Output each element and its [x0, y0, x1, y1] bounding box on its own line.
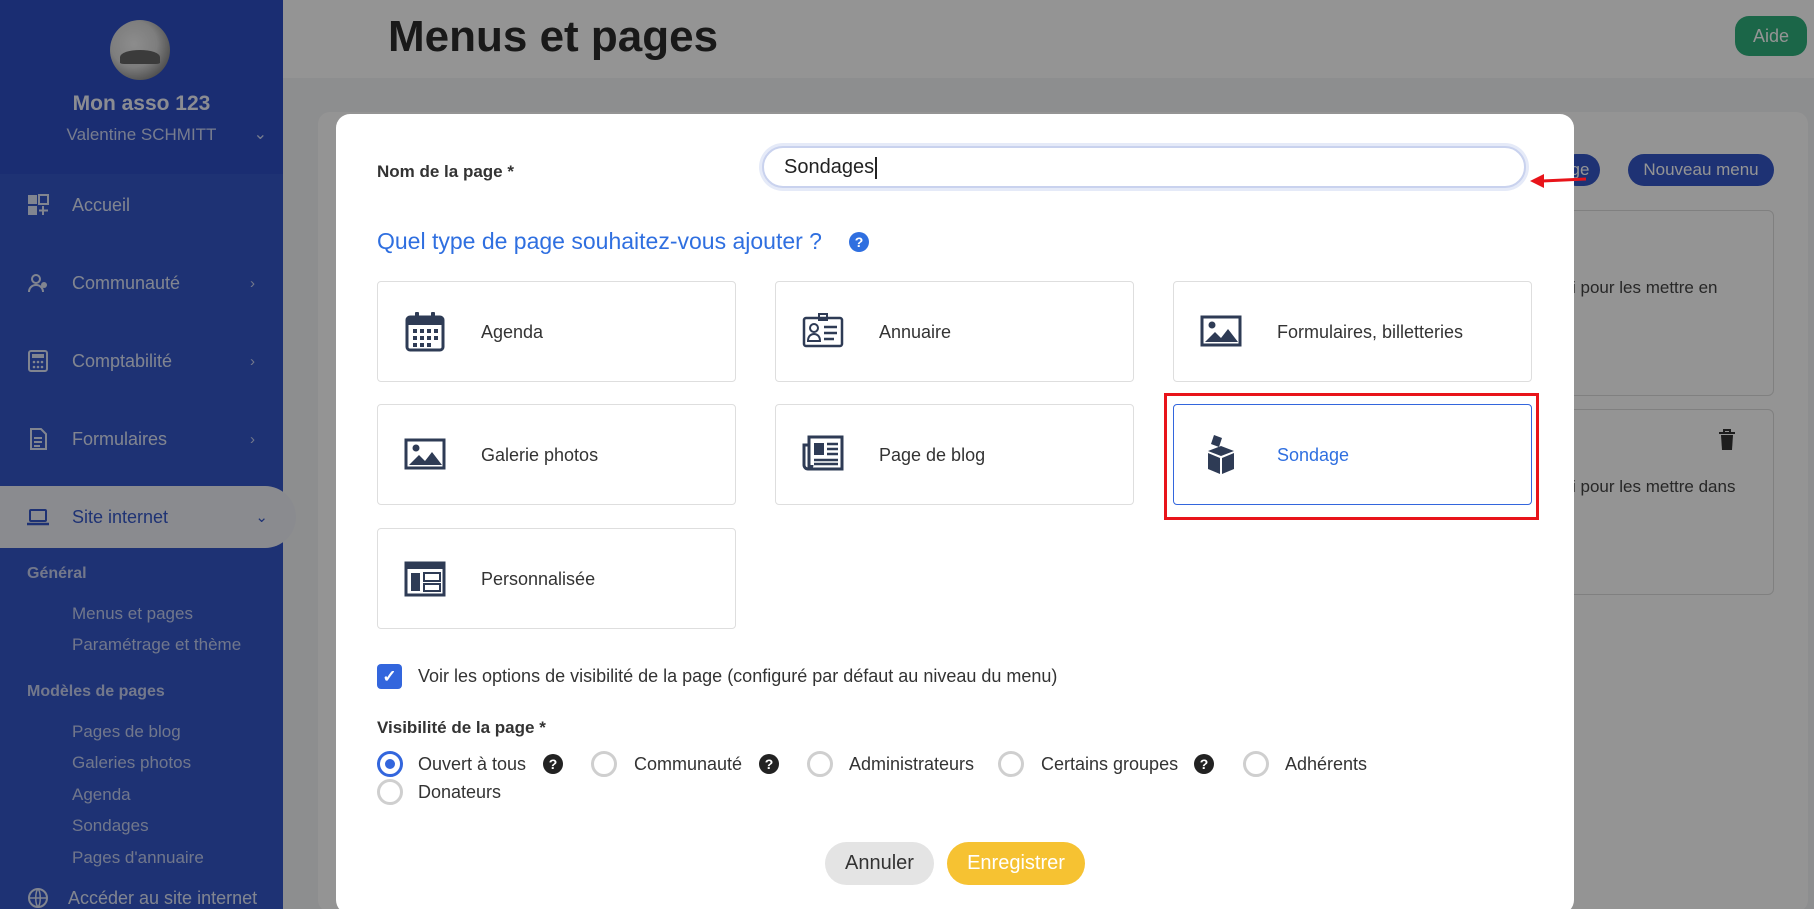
page-type-label: Personnalisée	[481, 569, 596, 589]
text-caret	[875, 156, 878, 179]
page-type-label: Annuaire	[879, 322, 952, 342]
help-icon[interactable]: ?	[849, 232, 869, 252]
radio-label: Ouvert à tous	[418, 754, 527, 774]
radio-communaute[interactable]	[591, 751, 617, 777]
radio-label: Certains groupes	[1041, 754, 1179, 774]
radio-label: Donateurs	[418, 782, 502, 802]
cancel-button[interactable]: Annuler	[825, 842, 934, 885]
image-icon	[1200, 315, 1242, 347]
radio-certains-groupes[interactable]	[998, 751, 1024, 777]
page-type-label: Page de blog	[879, 445, 986, 465]
radio-label: Administrateurs	[849, 754, 975, 774]
page-type-label: Galerie photos	[481, 445, 599, 465]
radio-label: Communauté	[634, 754, 743, 774]
page-type-annuaire[interactable]: Annuaire	[775, 281, 1134, 382]
save-button[interactable]: Enregistrer	[947, 842, 1085, 885]
radio-label: Adhérents	[1285, 754, 1368, 774]
radio-donateurs[interactable]	[377, 779, 403, 805]
page-type-personnalisee[interactable]: Personnalisée	[377, 528, 736, 629]
page-name-input[interactable]: Sondages	[762, 146, 1526, 188]
image-icon	[404, 438, 446, 470]
page-type-question: Quel type de page souhaitez-vous ajouter…	[377, 228, 822, 254]
page-type-formulaires[interactable]: Formulaires, billetteries	[1173, 281, 1532, 382]
page-name-value: Sondages	[784, 156, 875, 178]
selection-highlight-annotation	[1164, 393, 1539, 520]
help-icon[interactable]: ?	[543, 754, 563, 774]
page-type-label: Agenda	[481, 322, 544, 342]
newspaper-icon	[802, 435, 844, 471]
page-type-galerie[interactable]: Galerie photos	[377, 404, 736, 505]
radio-adherents[interactable]	[1243, 751, 1269, 777]
visibility-options-label: Voir les options de visibilité de la pag…	[418, 666, 1058, 686]
page-name-label: Nom de la page *	[377, 162, 514, 181]
calendar-icon	[405, 312, 445, 352]
directory-icon	[802, 313, 844, 348]
visibility-options-checkbox[interactable]: ✓	[377, 664, 402, 689]
red-arrow-annotation	[1530, 174, 1587, 188]
layout-icon	[404, 561, 446, 597]
page-type-agenda[interactable]: Agenda	[377, 281, 736, 382]
radio-administrateurs[interactable]	[807, 751, 833, 777]
help-icon[interactable]: ?	[1194, 754, 1214, 774]
radio-ouvert-a-tous[interactable]	[377, 751, 403, 777]
help-icon[interactable]: ?	[759, 754, 779, 774]
page-type-label: Formulaires, billetteries	[1277, 322, 1464, 342]
visibility-label: Visibilité de la page *	[377, 718, 546, 737]
page-type-blog[interactable]: Page de blog	[775, 404, 1134, 505]
